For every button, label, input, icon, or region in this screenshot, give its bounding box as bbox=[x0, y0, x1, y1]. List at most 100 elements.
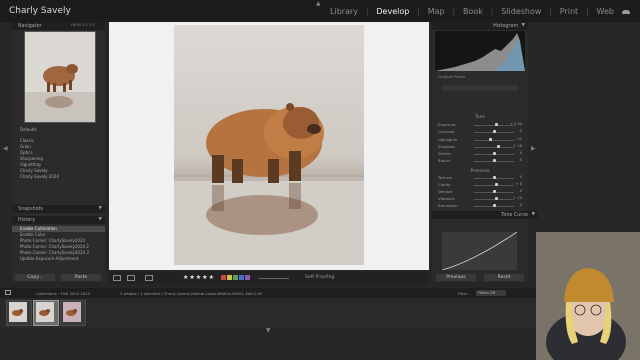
compare-view-icon[interactable] bbox=[145, 275, 153, 281]
slider-contrast[interactable]: Contrast 0 bbox=[438, 129, 522, 135]
slider-value[interactable]: + 10 bbox=[513, 196, 522, 200]
panel-collapse-icon[interactable]: ▼ bbox=[522, 23, 525, 28]
panel-collapse-icon[interactable]: ▼ bbox=[532, 212, 535, 217]
module-library[interactable]: Library bbox=[330, 7, 358, 16]
original-photo-checkbox[interactable]: Original Photo bbox=[438, 74, 465, 79]
preset-group[interactable]: Defaults bbox=[12, 127, 105, 133]
collapse-right-arrow-icon[interactable]: ▶ bbox=[531, 145, 536, 152]
slider-track[interactable] bbox=[474, 147, 514, 148]
slider-track[interactable] bbox=[474, 185, 514, 186]
slider-highlights[interactable]: Highlights - 22 bbox=[438, 137, 522, 143]
snapshots-header[interactable]: Snapshots ▼ bbox=[12, 205, 105, 213]
slider-knob[interactable] bbox=[492, 204, 496, 207]
history-header[interactable]: History ▼ bbox=[12, 216, 105, 224]
navigator-zoom-options[interactable]: Fit Fill 1:1 3:1 bbox=[71, 23, 95, 27]
histogram-header[interactable]: Histogram ▼ bbox=[432, 22, 528, 30]
star-icon[interactable]: ★ bbox=[202, 274, 207, 281]
slider-knob[interactable] bbox=[492, 152, 496, 155]
slider-texture[interactable]: Texture 0 bbox=[438, 175, 522, 181]
star-icon[interactable]: ★ bbox=[209, 274, 214, 281]
previous-button[interactable]: Previous bbox=[436, 274, 476, 281]
slider-exposure[interactable]: Exposure + 0.30 bbox=[438, 122, 522, 128]
histogram[interactable] bbox=[435, 31, 525, 71]
panel-collapse-icon[interactable]: ▼ bbox=[99, 206, 102, 211]
slider-value[interactable]: 0 bbox=[520, 203, 522, 207]
filter-dropdown[interactable]: Filters Off bbox=[476, 290, 506, 296]
collection-source[interactable]: Collections : FUN 3050 2023 bbox=[36, 291, 90, 296]
loupe-view-icon[interactable] bbox=[113, 275, 121, 281]
yellow-label-icon[interactable] bbox=[227, 275, 232, 280]
slider-knob[interactable] bbox=[492, 190, 496, 193]
panel-collapse-icon[interactable]: ▼ bbox=[99, 217, 102, 222]
slider-value[interactable]: + 8 bbox=[516, 182, 522, 186]
zoom-slider[interactable] bbox=[259, 278, 289, 279]
tool-strip[interactable] bbox=[442, 85, 518, 91]
collapse-left-arrow-icon[interactable]: ◀ bbox=[3, 145, 8, 152]
slider-value[interactable]: 0 bbox=[520, 158, 522, 162]
slider-value[interactable]: 0 bbox=[520, 189, 522, 193]
photo-preview[interactable] bbox=[174, 25, 364, 265]
filmstrip-thumbnail[interactable] bbox=[33, 300, 59, 326]
module-map[interactable]: Map bbox=[428, 7, 445, 16]
blue-label-icon[interactable] bbox=[239, 275, 244, 280]
slider-whites[interactable]: Whites 0 bbox=[438, 151, 522, 157]
soft-proofing-toggle[interactable]: Soft Proofing bbox=[305, 275, 334, 280]
tone-curve-header[interactable]: Tone Curve ▼ bbox=[432, 211, 538, 219]
red-label-icon[interactable] bbox=[221, 275, 226, 280]
left-panel: Navigator Fit Fill 1:1 3:1 Defaults Class… bbox=[12, 22, 105, 282]
grid-view-icon[interactable] bbox=[5, 290, 11, 295]
slider-knob[interactable] bbox=[494, 197, 498, 200]
slider-track[interactable] bbox=[474, 199, 514, 200]
collapse-bottom-arrow-icon[interactable]: ▼ bbox=[266, 327, 271, 334]
module-web[interactable]: Web bbox=[597, 7, 614, 16]
module-separator: | bbox=[452, 7, 455, 16]
slider-value[interactable]: 0 bbox=[520, 151, 522, 155]
slider-value[interactable]: 0 bbox=[520, 129, 522, 133]
paste-button[interactable]: Paste bbox=[61, 274, 101, 281]
preset-group[interactable]: Charly Savely 2024 bbox=[12, 174, 105, 180]
slider-blacks[interactable]: Blacks 0 bbox=[438, 158, 522, 164]
module-slideshow[interactable]: Slideshow bbox=[501, 7, 541, 16]
history-item[interactable]: Update Exposure Adjustment bbox=[12, 256, 105, 262]
navigator-thumbnail[interactable] bbox=[24, 31, 96, 123]
cloud-sync-icon[interactable] bbox=[622, 9, 630, 14]
slider-saturation[interactable]: Saturation 0 bbox=[438, 203, 522, 209]
slider-vibrance[interactable]: Vibrance + 10 bbox=[438, 196, 522, 202]
slider-track[interactable] bbox=[474, 140, 514, 141]
slider-knob[interactable] bbox=[492, 176, 496, 179]
slider-clarity[interactable]: Clarity + 8 bbox=[438, 182, 522, 188]
slider-track[interactable] bbox=[474, 125, 514, 126]
purple-label-icon[interactable] bbox=[245, 275, 250, 280]
before-after-icon[interactable] bbox=[127, 275, 135, 281]
star-icon[interactable]: ★ bbox=[189, 274, 194, 281]
slider-value[interactable]: - 22 bbox=[515, 137, 522, 141]
filmstrip-thumbnail[interactable] bbox=[6, 300, 32, 326]
slider-knob[interactable] bbox=[494, 123, 498, 126]
collapse-top-arrow-icon[interactable]: ▲ bbox=[316, 0, 321, 7]
slider-knob[interactable] bbox=[494, 183, 498, 186]
module-print[interactable]: Print bbox=[560, 7, 578, 16]
slider-value[interactable]: 0 bbox=[520, 175, 522, 179]
tone-curve-graph[interactable] bbox=[441, 231, 518, 271]
slider-shadows[interactable]: Shadows + 18 bbox=[438, 144, 522, 150]
star-icon[interactable]: ★ bbox=[196, 274, 201, 281]
filmstrip-thumbnail[interactable] bbox=[60, 300, 86, 326]
slider-knob[interactable] bbox=[492, 130, 496, 133]
copy-button[interactable]: Copy... bbox=[15, 274, 55, 281]
navigator-header[interactable]: Navigator Fit Fill 1:1 3:1 bbox=[12, 22, 105, 30]
slider-knob[interactable] bbox=[496, 145, 500, 148]
star-rating[interactable]: ★★★★★ bbox=[183, 274, 215, 281]
slider-value[interactable]: + 18 bbox=[513, 144, 522, 148]
green-label-icon[interactable] bbox=[233, 275, 238, 280]
image-canvas[interactable] bbox=[109, 22, 429, 270]
slider-value[interactable]: + 0.30 bbox=[510, 122, 522, 126]
slider-dehaze[interactable]: Dehaze 0 bbox=[438, 189, 522, 195]
slider-knob[interactable] bbox=[488, 138, 492, 141]
module-book[interactable]: Book bbox=[463, 7, 483, 16]
reset-button[interactable]: Reset bbox=[484, 274, 524, 281]
filter-label: Filter : bbox=[458, 291, 470, 296]
color-labels bbox=[221, 275, 251, 282]
star-icon[interactable]: ★ bbox=[183, 274, 188, 281]
module-develop[interactable]: Develop bbox=[376, 7, 409, 16]
slider-knob[interactable] bbox=[492, 159, 496, 162]
